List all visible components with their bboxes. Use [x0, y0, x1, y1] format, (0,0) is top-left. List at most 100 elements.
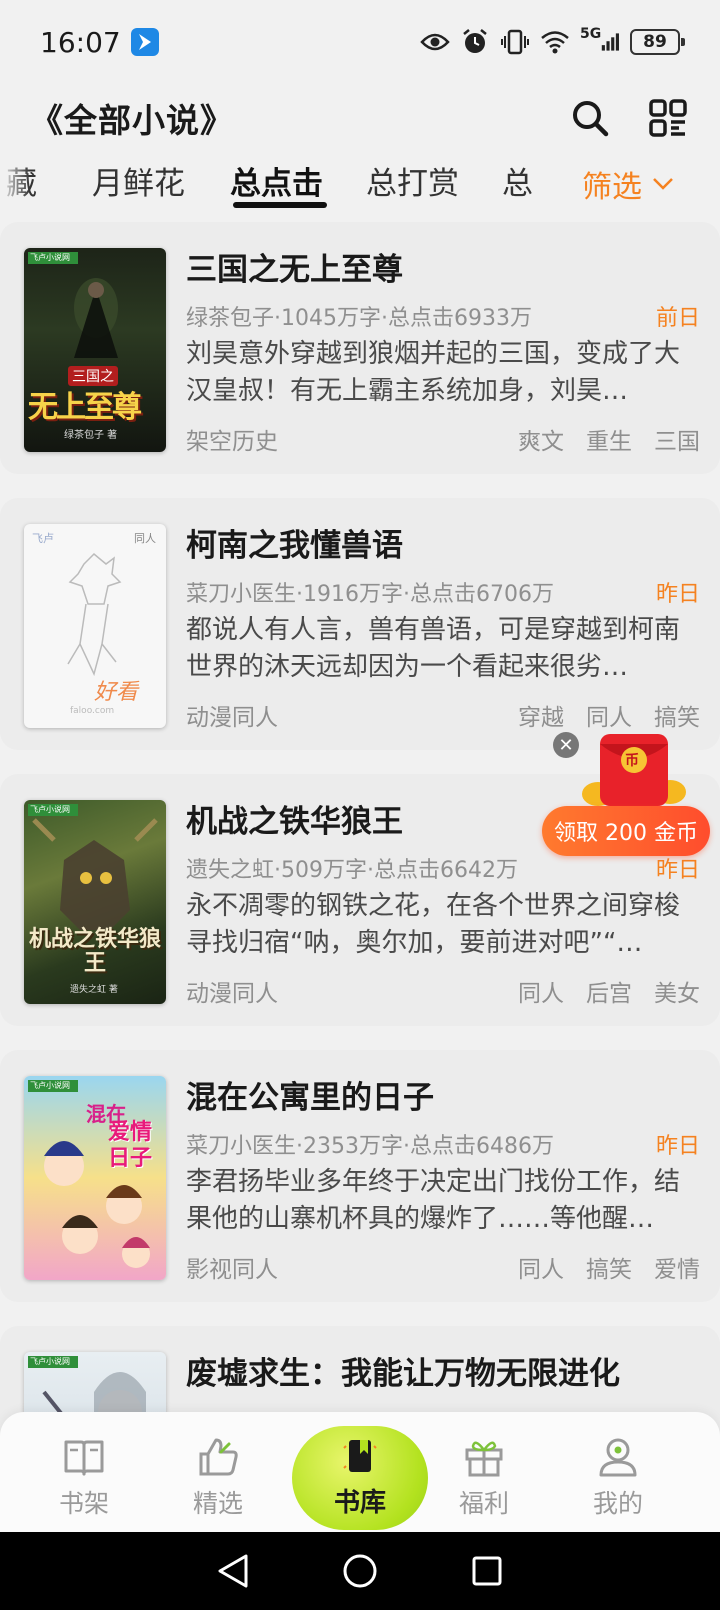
cover-author: faloo.com	[70, 706, 115, 716]
wifi-icon	[540, 27, 570, 57]
nav-label: 书库	[333, 1488, 386, 1518]
book-description: 都说人有人言，兽有兽语，可是穿越到柯南世界的沐天远却因为一个看起来很劣…	[186, 615, 681, 682]
book-card[interactable]: 飞卢小说网 混在 爱情日子 混在公寓里的日子 菜刀小医生·2353万字·总点击6…	[0, 1050, 720, 1302]
close-reward-button[interactable]: ✕	[553, 732, 579, 758]
nav-label: 精选	[192, 1489, 243, 1518]
book-tag[interactable]: 重生	[586, 422, 632, 456]
filter-button[interactable]: 筛选	[582, 162, 674, 206]
cover-brand: 飞卢	[32, 532, 54, 545]
book-update-date: 昨日	[655, 1134, 700, 1159]
cover-title-art: 好看	[94, 680, 139, 705]
tab-monthly-flowers[interactable]: 月鲜花	[92, 158, 185, 203]
book-title[interactable]: 三国之无上至尊	[186, 244, 403, 289]
book-shelf-icon	[64, 1440, 104, 1476]
book-tag[interactable]: 爽文	[518, 422, 564, 456]
cover-title-art: 机战之铁华狼王	[28, 927, 161, 976]
network-type: 5G	[580, 26, 602, 42]
home-button[interactable]	[340, 1551, 380, 1591]
book-card[interactable]: 飞卢 同人 好看 faloo.com 柯南之我懂兽语 菜刀小医生·1916万字·…	[0, 498, 720, 750]
status-icons: 5G 89	[420, 27, 685, 57]
claim-coins-button[interactable]: 领取 200 金币	[542, 806, 710, 856]
book-genre[interactable]: 动漫同人	[186, 698, 278, 732]
coin-symbol: 币	[625, 753, 639, 769]
back-button[interactable]	[213, 1551, 253, 1591]
cellular-signal-icon: 5G	[580, 27, 620, 57]
book-tag[interactable]: 同人	[518, 1250, 564, 1284]
app-notification-icon	[130, 28, 159, 56]
book-cover[interactable]: 飞卢小说网 混在 爱情日子	[24, 1076, 166, 1280]
page-title: 《全部小说》	[30, 101, 234, 140]
book-meta: 绿茶包子·1045万字·总点击6933万	[186, 306, 532, 331]
book-tag[interactable]: 搞笑	[586, 1250, 632, 1284]
book-genre[interactable]: 架空历史	[186, 422, 278, 456]
qr-scan-button[interactable]	[646, 96, 690, 140]
book-title[interactable]: 废墟求生：我能让万物无限进化	[186, 1348, 620, 1393]
book-update-date: 前日	[655, 306, 700, 331]
nav-library[interactable]: 书库	[292, 1426, 428, 1530]
chevron-down-icon	[653, 178, 673, 190]
nav-label: 我的	[592, 1489, 643, 1518]
nav-featured[interactable]: 精选	[158, 1412, 278, 1532]
eye-icon	[420, 27, 450, 57]
book-meta: 菜刀小医生·1916万字·总点击6706万	[186, 582, 554, 607]
active-tab-indicator	[233, 202, 327, 208]
red-envelope-icon[interactable]: 币	[578, 728, 690, 816]
book-title[interactable]: 柯南之我懂兽语	[186, 520, 403, 565]
coin-reward-widget[interactable]: 币 ✕ 领取 200 金币	[542, 726, 720, 856]
cover-brand: 飞卢小说网	[30, 1357, 70, 1366]
search-button[interactable]	[568, 96, 612, 140]
nav-label: 福利	[458, 1489, 509, 1518]
book-title[interactable]: 机战之铁华狼王	[186, 796, 403, 841]
library-icon	[343, 1440, 377, 1472]
thumbs-up-icon	[199, 1438, 238, 1476]
book-cover[interactable]: 飞卢小说网 机战之铁华狼王 遗失之虹 著	[24, 800, 166, 1004]
book-cover[interactable]: 飞卢小说网 三国之 无上至尊 绿茶包子 著	[24, 248, 166, 452]
filter-label: 筛选	[582, 170, 642, 205]
book-cover[interactable]: 飞卢 同人 好看 faloo.com	[24, 524, 166, 728]
search-icon	[573, 101, 609, 137]
book-tag[interactable]: 美女	[654, 974, 700, 1008]
nav-bookshelf[interactable]: 书架	[24, 1412, 144, 1532]
book-title[interactable]: 混在公寓里的日子	[186, 1072, 434, 1117]
book-genre[interactable]: 动漫同人	[186, 974, 278, 1008]
vibrate-icon	[500, 27, 530, 57]
book-tags: 爽文 重生 三国	[518, 422, 700, 456]
book-tags: 同人 搞笑 爱情	[518, 1250, 700, 1284]
cover-title-art: 爱情日子	[108, 1120, 153, 1171]
nav-profile[interactable]: 我的	[558, 1412, 678, 1532]
book-update-date: 昨日	[655, 582, 700, 607]
cover-author: 遗失之虹 著	[70, 985, 118, 995]
tab-total-more[interactable]: 总	[502, 158, 533, 203]
cover-author: 绿茶包子 著	[64, 430, 118, 441]
book-tag[interactable]: 同人	[518, 974, 564, 1008]
qr-code-icon	[649, 99, 687, 137]
tab-total-rewards[interactable]: 总打赏	[366, 158, 459, 203]
alarm-icon	[460, 27, 490, 57]
cover-brand: 飞卢小说网	[30, 805, 70, 814]
book-genre[interactable]: 影视同人	[186, 1250, 278, 1284]
cover-category: 同人	[134, 532, 156, 545]
back-triangle-icon	[218, 1554, 248, 1588]
recents-button[interactable]	[467, 1551, 507, 1591]
system-navigation-bar	[0, 1532, 720, 1610]
nav-label: 书架	[58, 1489, 109, 1518]
ranking-tabs: 藏 月鲜花 总点击 总打赏 总 筛选	[0, 150, 720, 212]
book-tag[interactable]: 爱情	[654, 1250, 700, 1284]
book-tag[interactable]: 三国	[654, 422, 700, 456]
book-tags: 同人 后宫 美女	[518, 974, 700, 1008]
profile-icon	[599, 1438, 637, 1477]
book-card[interactable]: 飞卢小说网 三国之 无上至尊 绿茶包子 著 三国之无上至尊 绿茶包子·1045万…	[0, 222, 720, 474]
cover-title-art: 无上至尊	[28, 390, 142, 425]
cover-brand: 飞卢小说网	[30, 1081, 70, 1090]
status-bar: 16:07 5G 89	[0, 0, 720, 84]
gift-icon	[465, 1441, 503, 1477]
bottom-navigation: 书架 精选 书库 福利 我的	[0, 1412, 720, 1532]
status-time: 16:07	[40, 25, 121, 59]
home-circle-icon	[343, 1554, 377, 1588]
cover-brand: 飞卢小说网	[30, 253, 70, 262]
book-tag[interactable]: 后宫	[586, 974, 632, 1008]
nav-welfare[interactable]: 福利	[424, 1412, 544, 1532]
header: 《全部小说》	[0, 86, 720, 150]
tab-total-clicks[interactable]: 总点击	[230, 158, 323, 203]
book-description: 李君扬毕业多年终于决定出门找份工作，结果他的山寨机杯具的爆炸了……等他醒…	[186, 1167, 681, 1234]
